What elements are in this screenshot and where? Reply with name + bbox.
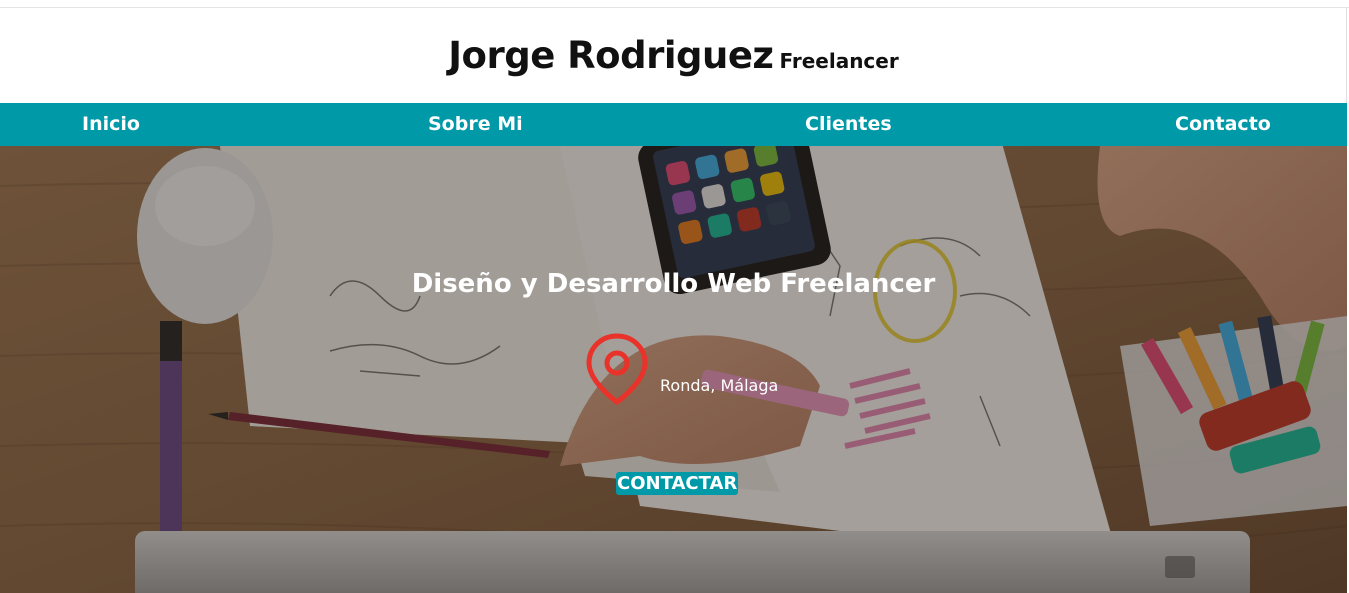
hero-section: Diseño y Desarrollo Web Freelancer Ronda… [0, 146, 1347, 593]
hero-title: Diseño y Desarrollo Web Freelancer [411, 269, 936, 299]
site-header: Jorge Rodriguez Freelancer [0, 8, 1347, 103]
brand: Jorge Rodriguez Freelancer [0, 34, 1347, 77]
nav-item-sobre-mi[interactable]: Sobre Mi [428, 103, 523, 146]
map-pin-icon [586, 333, 648, 406]
location-text: Ronda, Málaga [660, 376, 779, 395]
site-title: Jorge Rodriguez [448, 34, 774, 77]
contactar-button[interactable]: CONTACTAR [616, 472, 739, 495]
nav-item-inicio[interactable]: Inicio [82, 103, 140, 146]
nav-item-clientes[interactable]: Clientes [805, 103, 892, 146]
scrollbar-edge [1346, 7, 1347, 103]
location: Ronda, Málaga [584, 332, 844, 406]
site-subtitle: Freelancer [779, 49, 899, 73]
main-nav: Inicio Sobre Mi Clientes Contacto [0, 103, 1347, 146]
page: Jorge Rodriguez Freelancer Inicio Sobre M… [0, 0, 1349, 593]
nav-item-contacto[interactable]: Contacto [1175, 103, 1271, 146]
